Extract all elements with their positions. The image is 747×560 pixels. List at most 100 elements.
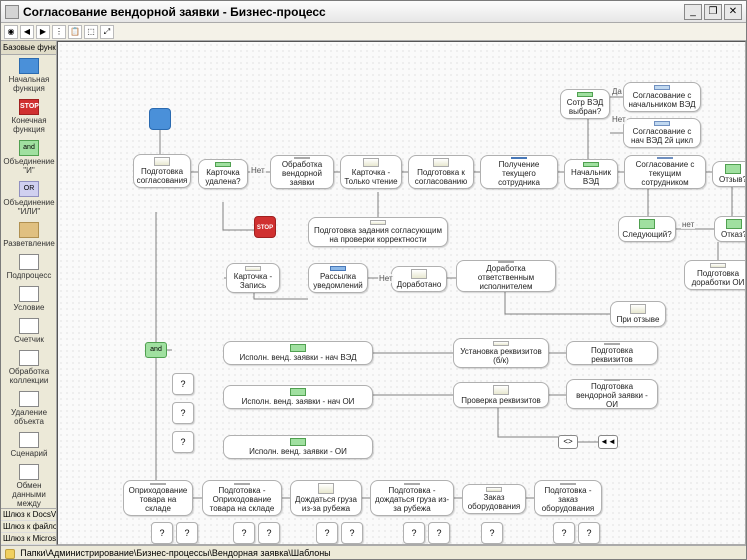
toolbar-button-6[interactable]: ⤢	[100, 25, 114, 39]
sidebar-item-7[interactable]: Счетчик	[1, 315, 56, 347]
process-node-n9[interactable]: Сотр ВЭД выбран?	[560, 89, 610, 119]
node-icon	[725, 164, 741, 174]
sidebar-link-2[interactable]: Шлюз к Microso...	[1, 533, 56, 545]
node-label: Обработка вендорной заявки	[274, 160, 330, 187]
node-icon	[150, 483, 166, 485]
node-icon	[498, 261, 514, 263]
node-icon	[433, 158, 449, 167]
process-node-n6[interactable]: Начальник ВЭД	[564, 159, 618, 189]
process-node-n30[interactable]: Дождаться груза из-за рубежа	[290, 480, 362, 516]
sub-node-12[interactable]: ?	[553, 522, 575, 544]
sub-node-7[interactable]: ?	[316, 522, 338, 544]
process-node-n20[interactable]: При отзыве	[610, 301, 666, 327]
process-node-n31[interactable]: Подготовка - дождаться груза из-за рубеж…	[370, 480, 454, 516]
process-node-n26[interactable]: Проверка реквизитов	[453, 382, 549, 408]
sub-node-0[interactable]: ?	[172, 373, 194, 395]
sub-node-4[interactable]: ?	[176, 522, 198, 544]
node-label: Исполн. венд. заявки - нач ВЭД	[239, 353, 356, 362]
process-node-n12[interactable]: Подготовка задания согласующим на провер…	[308, 217, 448, 247]
sub-node-9[interactable]: ?	[403, 522, 425, 544]
process-node-n7[interactable]: Согласование с текущим сотрудником	[624, 155, 706, 189]
node-icon	[630, 304, 646, 314]
maximize-button[interactable]: ❐	[704, 4, 722, 20]
deco-arr-4[interactable]: ◄◄	[598, 435, 618, 449]
node-label: Подготовка задания согласующим на провер…	[312, 226, 444, 244]
sidebar-item-8[interactable]: Обработка коллекции	[1, 347, 56, 388]
sidebar-item-4[interactable]: Разветвление	[1, 219, 56, 251]
sidebar-item-0[interactable]: Начальная функция	[1, 55, 56, 96]
sidebar-item-6[interactable]: Условие	[1, 283, 56, 315]
node-label: Следующий?	[622, 230, 671, 239]
node-label: Исполн. венд. заявки - нач ОИ	[242, 397, 355, 406]
toolbar-button-3[interactable]: ⋮	[52, 25, 66, 39]
process-node-n1[interactable]: Карточка удалена?	[198, 159, 248, 189]
node-icon	[639, 219, 655, 229]
sidebar-item-10[interactable]: Сценарий	[1, 429, 56, 461]
toolbar-button-4[interactable]: 📋	[68, 25, 82, 39]
sidebar-link-0[interactable]: Шлюз к DocsV...	[1, 509, 56, 521]
minimize-button[interactable]: _	[684, 4, 702, 20]
deco-arr-3[interactable]: <>	[558, 435, 578, 449]
sub-node-6[interactable]: ?	[258, 522, 280, 544]
sub-node-8[interactable]: ?	[341, 522, 363, 544]
sub-node-5[interactable]: ?	[233, 522, 255, 544]
sidebar-link-1[interactable]: Шлюз к файлов...	[1, 521, 56, 533]
sub-node-11[interactable]: ?	[481, 522, 503, 544]
process-node-n13[interactable]: Карточка - Запись	[226, 263, 280, 293]
node-label: Подготовка вендорной заявки - ОИ	[570, 382, 654, 409]
sidebar-item-5[interactable]: Подпроцесс	[1, 251, 56, 283]
process-node-n25[interactable]: Подготовка реквизитов	[566, 341, 658, 365]
process-node-n23[interactable]: Исполн. венд. заявки - ОИ	[223, 435, 373, 459]
toolbar-button-1[interactable]: ◀	[20, 25, 34, 39]
palette-icon: STOP	[19, 99, 39, 115]
palette-icon	[19, 222, 39, 238]
sub-node-1[interactable]: ?	[172, 402, 194, 424]
sub-node-10[interactable]: ?	[428, 522, 450, 544]
node-label: Отзыв?	[719, 175, 746, 184]
sidebar-header[interactable]: Базовые функ...	[1, 41, 56, 55]
close-button[interactable]: ✕	[724, 4, 742, 20]
sidebar-item-9[interactable]: Удаление объекта	[1, 388, 56, 429]
sub-node-3[interactable]: ?	[151, 522, 173, 544]
process-node-n32[interactable]: Заказ оборудования	[462, 484, 526, 514]
sub-node-13[interactable]: ?	[578, 522, 600, 544]
process-node-n2[interactable]: Обработка вендорной заявки	[270, 155, 334, 189]
process-node-n15[interactable]: Доработано	[391, 266, 447, 292]
node-icon	[560, 483, 576, 485]
process-node-n18[interactable]: Отказ?	[714, 216, 746, 242]
process-node-n5[interactable]: Получение текущего сотрудника	[480, 155, 558, 189]
toolbar-button-0[interactable]: ◉	[4, 25, 18, 39]
node-label: Подготовка к согласованию	[412, 168, 470, 186]
process-node-n16[interactable]: Доработка ответственным исполнителем	[456, 260, 556, 292]
process-node-n19[interactable]: Подготовка доработки ОИ	[684, 260, 746, 290]
toolbar-button-5[interactable]: ⬚	[84, 25, 98, 39]
process-node-n28[interactable]: Оприходование товара на складе	[123, 480, 193, 516]
sidebar-item-label: Счетчик	[2, 335, 56, 344]
palette-icon	[19, 318, 39, 334]
deco-start-0[interactable]	[149, 108, 171, 130]
process-node-n29[interactable]: Подготовка - Оприходование товара на скл…	[202, 480, 282, 516]
deco-and-2[interactable]: and	[145, 342, 167, 358]
toolbar-button-2[interactable]: ▶	[36, 25, 50, 39]
process-node-n3[interactable]: Карточка - Только чтение	[340, 155, 402, 189]
process-node-n33[interactable]: Подготовка - заказ оборудования	[534, 480, 602, 516]
process-node-n27[interactable]: Подготовка вендорной заявки - ОИ	[566, 379, 658, 409]
sidebar-item-1[interactable]: STOPКонечная функция	[1, 96, 56, 137]
process-node-n4[interactable]: Подготовка к согласованию	[408, 155, 474, 189]
process-canvas[interactable]: Подготовка согласованияКарточка удалена?…	[57, 41, 746, 545]
process-node-n10[interactable]: Согласование с начальником ВЭД	[623, 82, 701, 112]
sidebar-item-3[interactable]: ORОбъединение "ИЛИ"	[1, 178, 56, 219]
process-node-n21[interactable]: Исполн. венд. заявки - нач ВЭД	[223, 341, 373, 365]
process-node-n22[interactable]: Исполн. венд. заявки - нач ОИ	[223, 385, 373, 409]
process-node-n8[interactable]: Отзыв?	[712, 161, 746, 187]
titlebar[interactable]: Согласование вендорной заявки - Бизнес-п…	[1, 1, 746, 23]
sidebar-item-11[interactable]: Обмен данными между переменны...	[1, 461, 56, 508]
sidebar-item-2[interactable]: andОбъединение "И"	[1, 137, 56, 178]
process-node-n11[interactable]: Согласование с нач ВЭД 2й цикл	[623, 118, 701, 148]
process-node-n14[interactable]: Рассылка уведомлений	[308, 263, 368, 293]
process-node-n0[interactable]: Подготовка согласования	[133, 154, 191, 188]
deco-stop-1[interactable]: STOP	[254, 216, 276, 238]
sub-node-2[interactable]: ?	[172, 431, 194, 453]
process-node-n17[interactable]: Следующий?	[618, 216, 676, 242]
process-node-n24[interactable]: Установка реквизитов (б/к)	[453, 338, 549, 368]
